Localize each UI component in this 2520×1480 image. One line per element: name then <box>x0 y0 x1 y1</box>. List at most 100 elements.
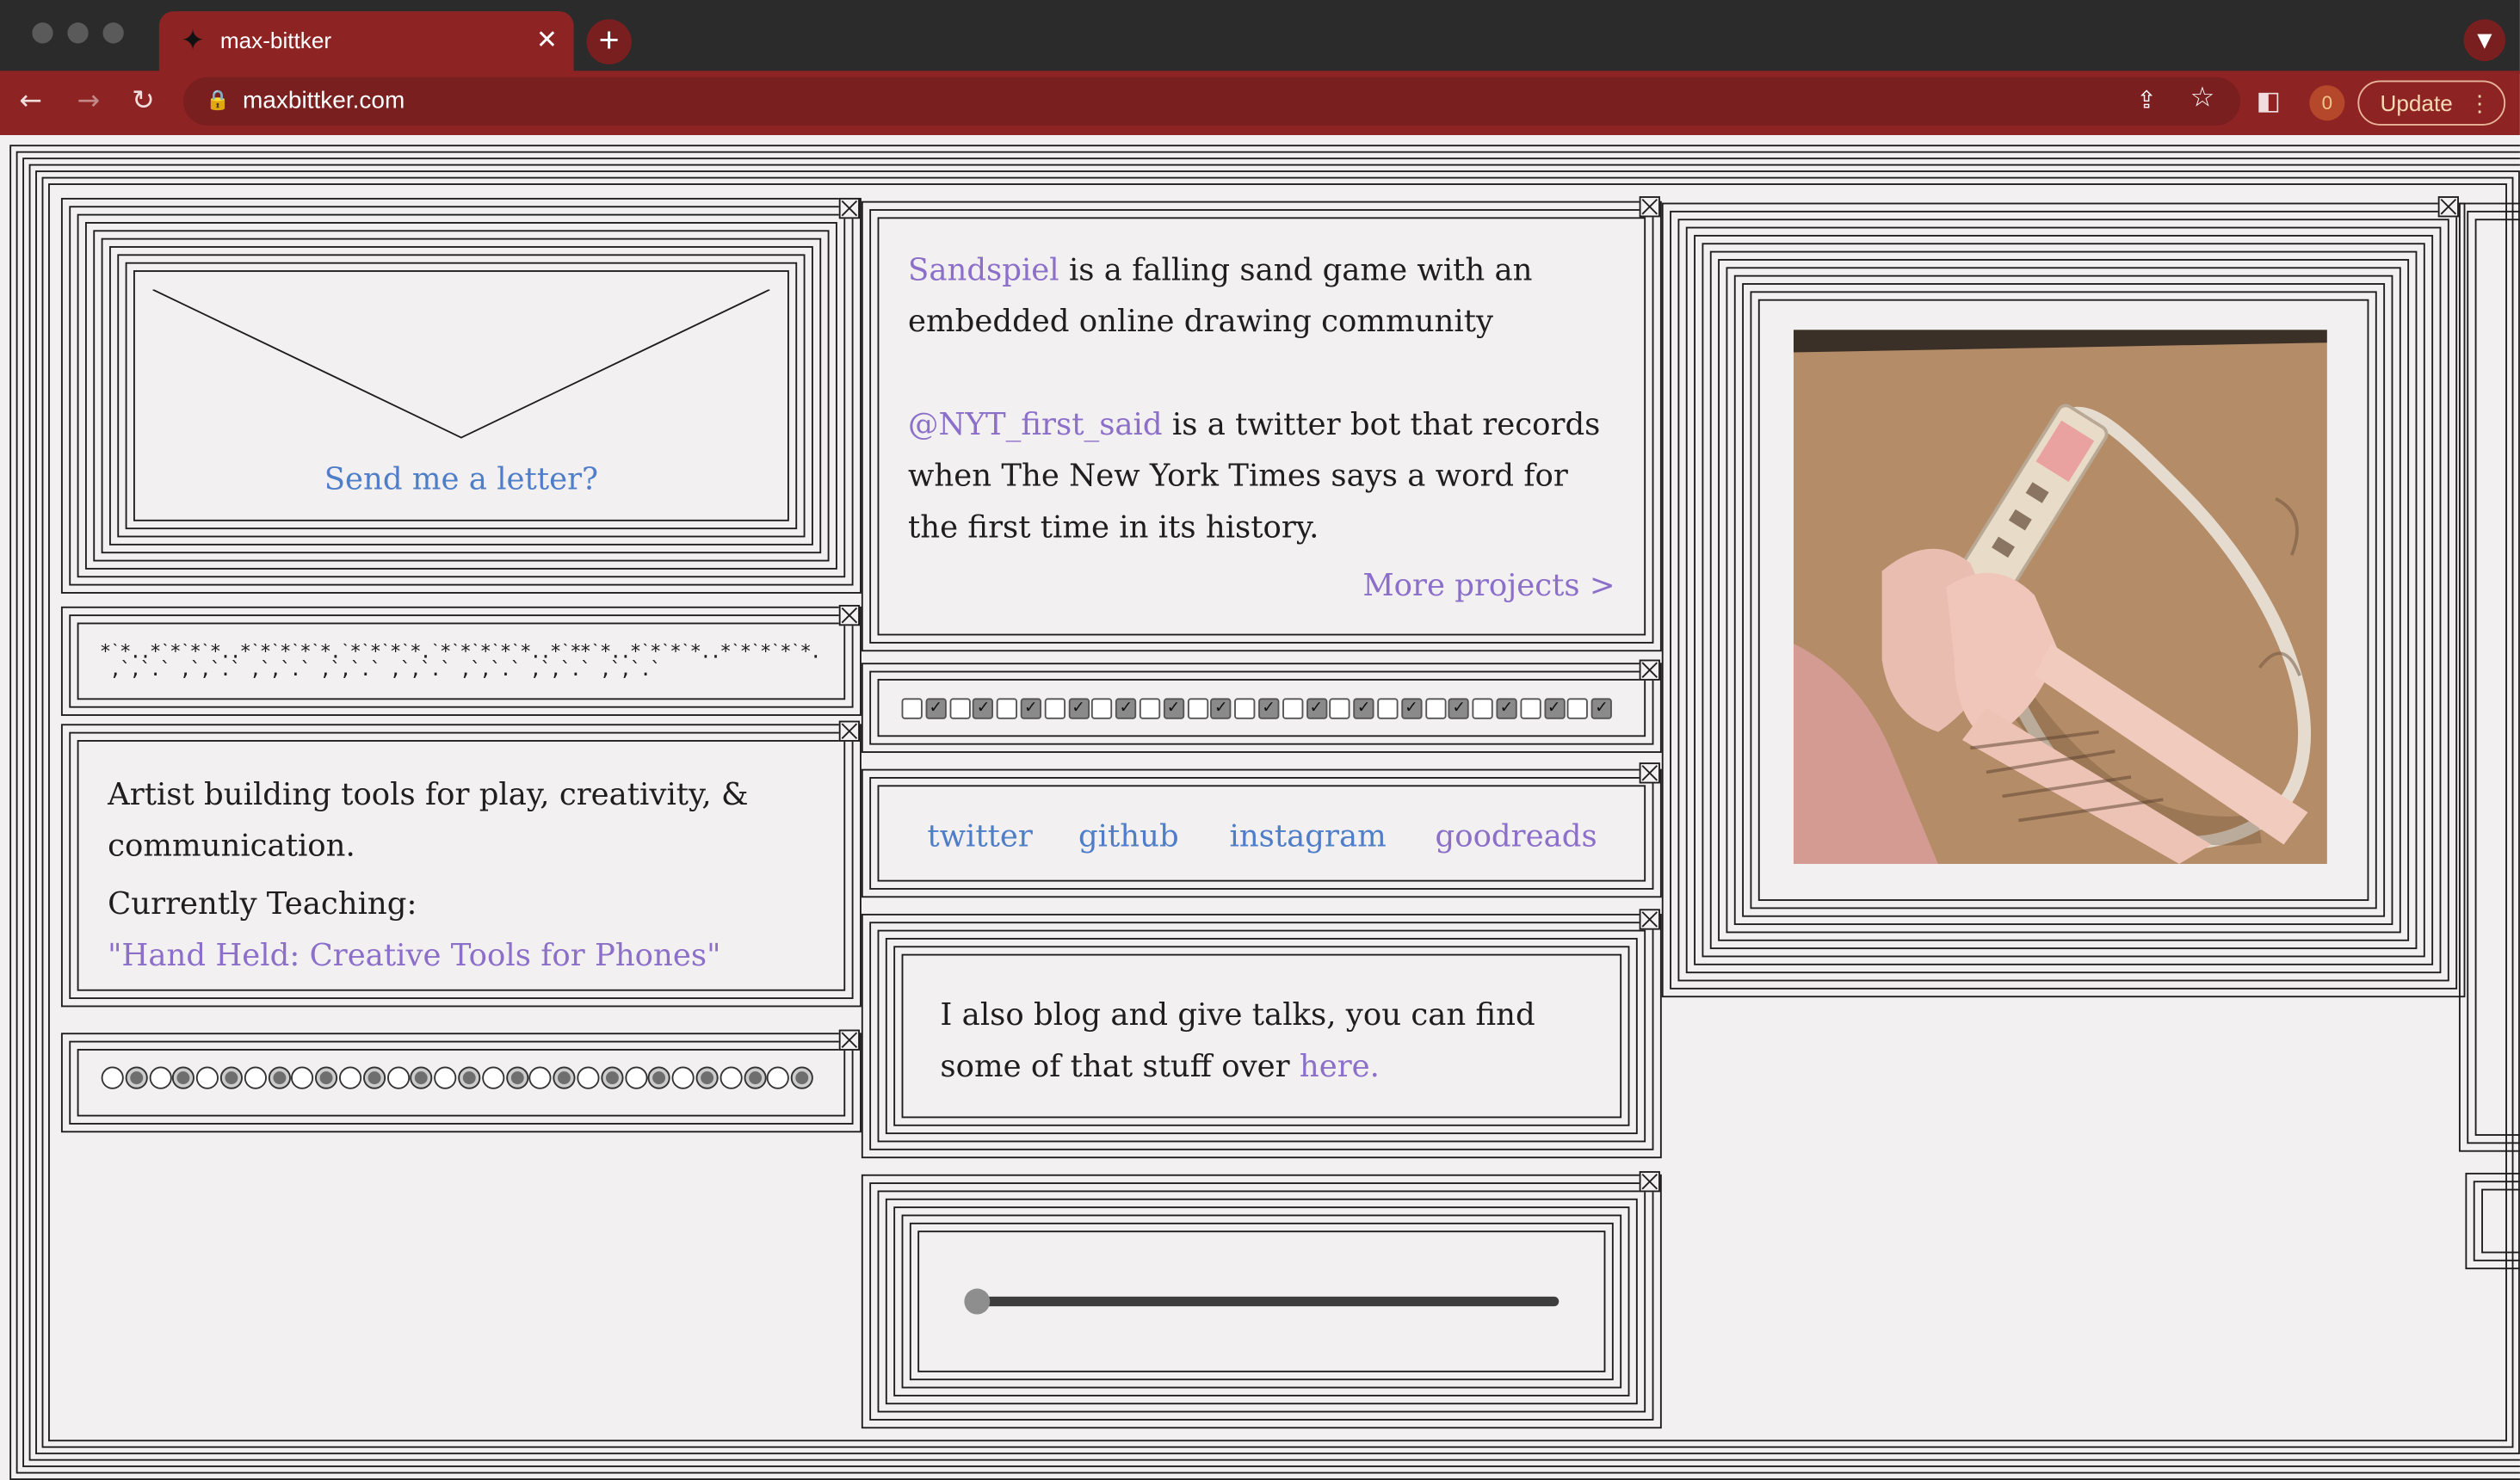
checkbox[interactable]: ✓ <box>1400 698 1423 719</box>
address-bar[interactable]: 🔒 maxbittker.com ⇪ ☆ <box>182 77 2241 126</box>
radio-button[interactable] <box>648 1066 671 1089</box>
radio-button[interactable] <box>148 1066 172 1089</box>
twitter-link[interactable]: twitter <box>927 811 1032 862</box>
radio-button[interactable] <box>695 1066 719 1089</box>
radio-button[interactable] <box>743 1066 766 1089</box>
window-close-x-icon[interactable] <box>1639 909 1660 930</box>
radio-button[interactable] <box>172 1066 195 1089</box>
checkbox[interactable] <box>1329 698 1351 719</box>
checkbox[interactable] <box>997 698 1018 719</box>
checkbox[interactable] <box>948 698 971 719</box>
radio-button[interactable] <box>315 1066 338 1089</box>
radio-button[interactable] <box>219 1066 243 1089</box>
window-close-x-icon[interactable] <box>1639 196 1660 218</box>
slider-track[interactable] <box>970 1296 1560 1307</box>
browser-tab-active[interactable]: ✦ max-bittker ✕ <box>158 11 574 75</box>
send-letter-link[interactable]: Send me a letter? <box>152 453 769 505</box>
checkbox[interactable] <box>901 698 923 719</box>
blog-here-link[interactable]: here. <box>1300 1049 1380 1084</box>
checkbox[interactable]: ✓ <box>1496 698 1517 719</box>
checkbox[interactable]: ✓ <box>973 698 994 719</box>
radio-button[interactable] <box>268 1066 291 1089</box>
checkbox[interactable]: ✓ <box>1353 698 1374 719</box>
checkbox[interactable]: ✓ <box>1210 698 1232 719</box>
extension-badge[interactable]: 0 <box>2309 85 2345 121</box>
checkbox[interactable]: ✓ <box>1163 698 1184 719</box>
side-panel-icon[interactable]: ◧ <box>2257 83 2281 119</box>
radio-button[interactable] <box>577 1066 600 1089</box>
more-projects-link[interactable]: More projects > <box>1362 568 1615 603</box>
window-close-x-icon[interactable] <box>2437 196 2459 218</box>
window-zoom-control[interactable] <box>102 22 124 44</box>
radio-button[interactable] <box>671 1066 695 1089</box>
instagram-link[interactable]: instagram <box>1229 811 1386 862</box>
radio-button[interactable] <box>244 1066 267 1089</box>
checkbox[interactable] <box>1472 698 1493 719</box>
sandspiel-link[interactable]: Sandspiel <box>908 253 1059 288</box>
radio-button[interactable] <box>125 1066 148 1089</box>
radio-button[interactable] <box>600 1066 624 1089</box>
window-close-x-icon[interactable] <box>838 720 861 742</box>
radio-button[interactable] <box>338 1066 362 1089</box>
tab-search-chevron-down-icon[interactable]: ▼ <box>2463 19 2506 62</box>
radio-button[interactable] <box>434 1066 457 1089</box>
radio-button[interactable] <box>505 1066 528 1089</box>
radio-button[interactable] <box>362 1066 386 1089</box>
checkbox[interactable]: ✓ <box>1590 698 1613 719</box>
window-minimize-control[interactable] <box>67 22 89 44</box>
radio-button[interactable] <box>720 1066 743 1089</box>
checkbox[interactable]: ✓ <box>925 698 947 719</box>
checkbox[interactable] <box>1519 698 1541 719</box>
radio-button[interactable] <box>553 1066 576 1089</box>
checkbox[interactable] <box>1139 698 1161 719</box>
checkbox[interactable]: ✓ <box>1020 698 1041 719</box>
bookmark-star-icon[interactable]: ☆ <box>2190 82 2214 114</box>
checkbox[interactable]: ✓ <box>1543 698 1565 719</box>
radio-button[interactable] <box>790 1066 814 1089</box>
radio-button[interactable] <box>528 1066 553 1089</box>
window-close-x-icon[interactable] <box>838 197 861 219</box>
share-icon[interactable]: ⇪ <box>2136 85 2156 114</box>
slider-thumb[interactable] <box>964 1288 991 1315</box>
radio-button[interactable] <box>624 1066 647 1089</box>
window-close-x-icon[interactable] <box>838 1029 861 1051</box>
radio-button[interactable] <box>410 1066 433 1089</box>
checkbox[interactable] <box>1282 698 1303 719</box>
reload-icon[interactable]: ↻ <box>132 83 155 119</box>
window-close-x-icon[interactable] <box>1639 659 1660 681</box>
radio-button[interactable] <box>767 1066 790 1089</box>
window-close-x-icon[interactable] <box>1639 762 1660 784</box>
github-link[interactable]: github <box>1078 811 1179 862</box>
window-close-x-icon[interactable] <box>1639 1171 1660 1193</box>
course-link[interactable]: "Hand Held: Creative Tools for Phones" <box>108 930 815 982</box>
radio-button[interactable] <box>386 1066 410 1089</box>
nyt-first-said-link[interactable]: @NYT_first_said <box>908 407 1163 442</box>
more-menu-icon[interactable]: ⋮ <box>2468 82 2491 124</box>
checkbox[interactable] <box>1567 698 1589 719</box>
checkbox[interactable] <box>1044 698 1065 719</box>
window-close-x-icon[interactable] <box>838 604 861 626</box>
checkbox[interactable] <box>1187 698 1208 719</box>
checkbox[interactable] <box>1234 698 1256 719</box>
checkbox[interactable]: ✓ <box>1448 698 1470 719</box>
radio-button[interactable] <box>101 1066 124 1089</box>
checkbox[interactable] <box>1377 698 1399 719</box>
checkbox[interactable]: ✓ <box>1115 698 1137 719</box>
window-close-control[interactable] <box>32 22 53 44</box>
new-tab-button[interactable]: + <box>586 19 632 65</box>
radio-button[interactable] <box>481 1066 504 1089</box>
back-arrow-icon[interactable]: ← <box>19 83 42 119</box>
checkbox[interactable]: ✓ <box>1067 698 1090 719</box>
checkbox[interactable] <box>1091 698 1113 719</box>
radio-button[interactable] <box>291 1066 314 1089</box>
checkbox[interactable]: ✓ <box>1306 698 1327 719</box>
checkbox[interactable] <box>1424 698 1446 719</box>
radio-button[interactable] <box>196 1066 219 1089</box>
checkbox[interactable]: ✓ <box>1258 698 1280 719</box>
radio-button[interactable] <box>458 1066 481 1089</box>
goodreads-link[interactable]: goodreads <box>1435 811 1597 862</box>
tab-close-icon[interactable]: ✕ <box>536 24 558 56</box>
update-button[interactable]: Update ⋮ <box>2357 80 2506 126</box>
browser-tab-strip: ✦ max-bittker ✕ + ▼ <box>0 0 2520 75</box>
forward-arrow-icon[interactable]: → <box>77 83 101 119</box>
